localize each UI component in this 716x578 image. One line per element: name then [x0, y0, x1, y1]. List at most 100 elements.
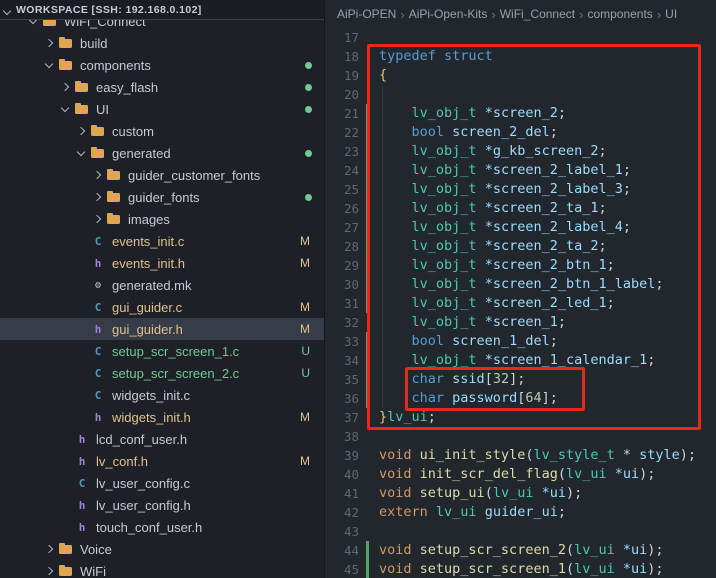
tree-item-label: images	[128, 211, 170, 227]
code-line[interactable]: 38	[325, 427, 716, 446]
code-line[interactable]: 43	[325, 522, 716, 541]
tree-item-label: gui_guider.c	[112, 299, 183, 315]
code-line[interactable]: 31 lv_obj_t *screen_2_led_1;	[325, 294, 716, 313]
breadcrumb-separator-icon: ›	[656, 6, 662, 22]
breadcrumb-item[interactable]: UI	[665, 7, 677, 21]
code-line[interactable]: 29 lv_obj_t *screen_2_btn_1;	[325, 256, 716, 275]
code-text: bool screen_2_del;	[373, 123, 558, 142]
code-line[interactable]: 41 void setup_ui(lv_ui *ui);	[325, 484, 716, 503]
breadcrumb-item[interactable]: AiPi-OPEN	[337, 7, 396, 21]
workspace-header[interactable]: WORKSPACE [SSH: 192.168.0.102]	[0, 0, 324, 20]
makefile-icon: ⚙	[94, 279, 102, 291]
code-line[interactable]: 33 bool screen_1_del;	[325, 332, 716, 351]
code-line[interactable]: 17	[325, 28, 716, 47]
code-line[interactable]: 24 lv_obj_t *screen_2_label_1;	[325, 161, 716, 180]
code-text: void setup_scr_screen_2(lv_ui *ui);	[379, 542, 664, 558]
tree-item-build[interactable]: build	[0, 32, 324, 54]
code-line[interactable]: 45 void setup_scr_screen_1(lv_ui *ui);	[325, 560, 716, 578]
code-line[interactable]: 32 lv_obj_t *screen_1;	[325, 313, 716, 332]
code-line[interactable]: 18 typedef struct	[325, 47, 716, 66]
tree-item-WiFi[interactable]: WiFi	[0, 560, 324, 578]
code-line[interactable]: 36 char password[64];	[325, 389, 716, 408]
folder-icon	[106, 164, 122, 186]
code-line[interactable]: 19 {	[325, 66, 716, 85]
code-line[interactable]: 37}lv_ui;	[325, 408, 716, 427]
code-line[interactable]: 44 void setup_scr_screen_2(lv_ui *ui);	[325, 541, 716, 560]
tree-item-lv_user_config.h[interactable]: h lv_user_config.h	[0, 494, 324, 516]
tree-item-label: guider_fonts	[128, 189, 200, 205]
code-line[interactable]: 20	[325, 85, 716, 104]
code-line[interactable]: 22 bool screen_2_del;	[325, 123, 716, 142]
tree-item-UI[interactable]: UI	[0, 98, 324, 120]
tree-item-setup_scr_screen_2.c[interactable]: Csetup_scr_screen_2.c U	[0, 362, 324, 384]
tree-item-lcd_conf_user.h[interactable]: h lcd_conf_user.h	[0, 428, 324, 450]
gutter-space	[365, 522, 373, 541]
tree-item-events_init.c[interactable]: Cevents_init.c M	[0, 230, 324, 252]
code-text: void setup_ui(lv_ui *ui);	[379, 485, 583, 501]
tree-item-label: custom	[112, 123, 154, 139]
tree-item-label: lv_user_config.h	[96, 497, 191, 513]
git-status-badge: M	[300, 454, 310, 468]
tree-item-setup_scr_screen_1.c[interactable]: Csetup_scr_screen_1.c U	[0, 340, 324, 362]
tree-item-gui_guider.c[interactable]: Cgui_guider.c M	[0, 296, 324, 318]
code-line[interactable]: 27 lv_obj_t *screen_2_label_4;	[325, 218, 716, 237]
tree-item-touch_conf_user.h[interactable]: h touch_conf_user.h	[0, 516, 324, 538]
tree-item-gui_guider.h[interactable]: h gui_guider.h M	[0, 318, 324, 340]
c-file-icon: C	[94, 300, 102, 314]
folder-icon	[74, 98, 90, 120]
tree-item-label: touch_conf_user.h	[96, 519, 203, 535]
code-text: lv_obj_t *screen_2;	[373, 104, 566, 123]
tree-item-lv_user_config.c[interactable]: Clv_user_config.c	[0, 472, 324, 494]
line-number: 17	[343, 30, 359, 45]
code-editor[interactable]: 17 18 typedef struct 19 {20 21 lv_obj_t *scre…	[325, 28, 716, 578]
tree-item-label: setup_scr_screen_1.c	[112, 343, 240, 359]
tree-item-lv_conf.h[interactable]: h lv_conf.h M	[0, 450, 324, 472]
breadcrumb-separator-icon: ›	[400, 6, 405, 22]
git-change-gutter-mark	[365, 218, 373, 237]
tree-item-generated.mk[interactable]: ⚙ generated.mk	[0, 274, 324, 296]
code-line[interactable]: 40 void init_scr_del_flag(lv_ui *ui);	[325, 465, 716, 484]
code-line[interactable]: 30 lv_obj_t *screen_2_btn_1_label;	[325, 275, 716, 294]
tree-item-custom[interactable]: custom	[0, 120, 324, 142]
code-line[interactable]: 42 extern lv_ui guider_ui;	[325, 503, 716, 522]
tree-item-label: events_init.c	[112, 233, 185, 249]
tree-item-label: widgets_init.c	[112, 387, 191, 403]
tree-item-guider_customer_fonts[interactable]: guider_customer_fonts	[0, 164, 324, 186]
tree-item-easy_flash[interactable]: easy_flash	[0, 76, 324, 98]
tree-item-widgets_init.c[interactable]: Cwidgets_init.c	[0, 384, 324, 406]
code-line[interactable]: 34 lv_obj_t *screen_1_calendar_1;	[325, 351, 716, 370]
tree-item-events_init.h[interactable]: h events_init.h M	[0, 252, 324, 274]
line-number: 29	[343, 258, 359, 273]
code-line[interactable]: 28 lv_obj_t *screen_2_ta_2;	[325, 237, 716, 256]
code-line[interactable]: 25 lv_obj_t *screen_2_label_3;	[325, 180, 716, 199]
code-text: bool screen_1_del;	[373, 332, 558, 351]
code-line[interactable]: 23 lv_obj_t *g_kb_screen_2;	[325, 142, 716, 161]
breadcrumb-item[interactable]: WiFi_Connect	[500, 7, 575, 21]
chevron-right-icon	[42, 538, 58, 560]
breadcrumb-item[interactable]: AiPi-Open-Kits	[409, 7, 488, 21]
tree-item-label: UI	[96, 101, 109, 117]
file-tree: WiFi_Connect build components easy_flash UI c…	[0, 10, 324, 578]
tree-item-widgets_init.h[interactable]: h widgets_init.h M	[0, 406, 324, 428]
code-line[interactable]: 35 char ssid[32];	[325, 370, 716, 389]
tree-item-label: easy_flash	[96, 79, 159, 95]
line-number: 18	[343, 49, 359, 64]
tree-item-images[interactable]: images	[0, 208, 324, 230]
git-status-badge: M	[300, 234, 310, 248]
git-change-gutter-mark	[365, 123, 373, 142]
code-text: char password[64];	[373, 389, 558, 408]
tree-item-generated[interactable]: generated	[0, 142, 324, 164]
code-line[interactable]: 39 void ui_init_style(lv_style_t * style)…	[325, 446, 716, 465]
gutter-space	[365, 47, 373, 66]
tree-item-Voice[interactable]: Voice	[0, 538, 324, 560]
line-number: 32	[343, 315, 359, 330]
code-line[interactable]: 26 lv_obj_t *screen_2_ta_1;	[325, 199, 716, 218]
tree-item-guider_fonts[interactable]: guider_fonts	[0, 186, 324, 208]
tree-item-components[interactable]: components	[0, 54, 324, 76]
code-line[interactable]: 21 lv_obj_t *screen_2;	[325, 104, 716, 123]
code-text: void setup_scr_screen_1(lv_ui *ui);	[379, 561, 664, 577]
git-modified-dot-icon	[305, 61, 312, 69]
git-status-badge: M	[300, 410, 310, 424]
breadcrumb-item[interactable]: components	[587, 7, 652, 21]
git-status-badge: U	[301, 344, 310, 358]
